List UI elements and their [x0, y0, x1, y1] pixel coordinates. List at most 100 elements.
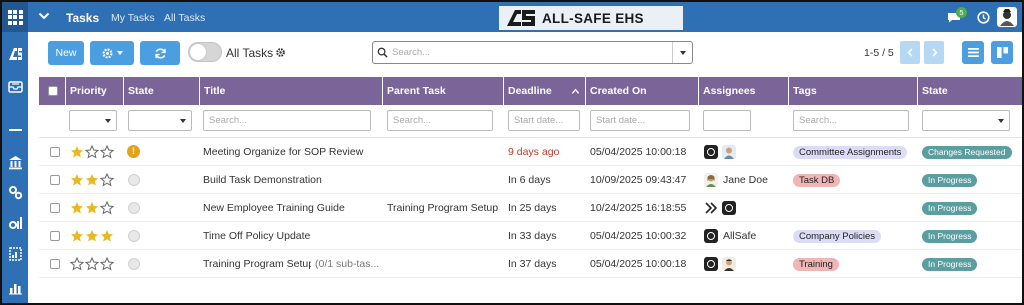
- kanban-view-button[interactable]: [991, 41, 1013, 64]
- stage-badge[interactable]: In Progress: [922, 174, 978, 187]
- row-checkbox[interactable]: [50, 259, 60, 269]
- priority-stars[interactable]: [70, 257, 114, 271]
- new-button[interactable]: New: [48, 41, 84, 65]
- table-row[interactable]: Build Task Demonstration In 6 days 10/09…: [39, 166, 1022, 194]
- state-circle-icon[interactable]: [128, 230, 140, 242]
- column-assignees[interactable]: Assignees: [699, 77, 789, 105]
- apps-menu-button[interactable]: [2, 2, 28, 32]
- tags-filter-input[interactable]: Search...: [793, 110, 909, 131]
- assignee-avatar[interactable]: [704, 173, 718, 187]
- priority-stars[interactable]: [70, 201, 114, 215]
- assignee-avatar[interactable]: [704, 201, 718, 215]
- row-checkbox[interactable]: [50, 231, 60, 241]
- search-input[interactable]: [392, 45, 662, 60]
- star-empty-icon[interactable]: [100, 201, 114, 215]
- warning-icon[interactable]: !: [127, 145, 140, 158]
- star-empty-icon[interactable]: [85, 257, 99, 271]
- column-created-on[interactable]: Created On: [586, 77, 699, 105]
- tag-pill[interactable]: Committee Assignments: [793, 146, 908, 159]
- row-checkbox[interactable]: [50, 203, 60, 213]
- table-row[interactable]: New Employee Training Guide Training Pro…: [39, 194, 1022, 222]
- assignee-avatar[interactable]: [704, 145, 718, 159]
- pager-previous-button[interactable]: [900, 41, 920, 64]
- bar-chart-icon[interactable]: [8, 280, 23, 295]
- tag-pill[interactable]: Task DB: [793, 174, 841, 187]
- search-options-toggle[interactable]: [672, 42, 692, 63]
- parent-task-filter-input[interactable]: Search...: [387, 110, 493, 131]
- row-checkbox[interactable]: [50, 175, 60, 185]
- column-title[interactable]: Title: [200, 77, 383, 105]
- assignee-avatar[interactable]: [704, 257, 718, 271]
- column-deadline[interactable]: Deadline: [504, 77, 586, 105]
- user-avatar[interactable]: [997, 7, 1017, 27]
- star-filled-icon[interactable]: [85, 173, 99, 187]
- table-row[interactable]: Time Off Policy Update In 33 days 05/04/…: [39, 222, 1022, 250]
- column-state[interactable]: State: [124, 77, 200, 105]
- report-icon[interactable]: [8, 246, 23, 261]
- gear-icon[interactable]: [275, 47, 286, 58]
- title-filter-input[interactable]: Search...: [203, 110, 371, 131]
- stage-badge[interactable]: In Progress: [922, 202, 978, 215]
- star-filled-icon[interactable]: [70, 173, 84, 187]
- priority-stars[interactable]: [70, 145, 114, 159]
- column-tags[interactable]: Tags: [789, 77, 918, 105]
- created-on-filter-input[interactable]: Start date...: [590, 110, 690, 131]
- nav-my-tasks[interactable]: My Tasks: [111, 12, 155, 24]
- column-stage[interactable]: State: [918, 77, 1022, 105]
- as-logo-icon[interactable]: [8, 46, 23, 61]
- stage-filter-select[interactable]: [922, 110, 1010, 131]
- tag-pill[interactable]: Training: [793, 258, 839, 271]
- star-empty-icon[interactable]: [100, 257, 114, 271]
- state-circle-icon[interactable]: [128, 202, 140, 214]
- assignee-avatar[interactable]: [704, 229, 718, 243]
- nav-all-tasks[interactable]: All Tasks: [164, 12, 205, 24]
- chevron-down-icon[interactable]: [38, 10, 50, 22]
- column-parent-task[interactable]: Parent Task: [383, 77, 504, 105]
- list-view-button[interactable]: [962, 41, 984, 64]
- row-checkbox[interactable]: [50, 147, 60, 157]
- state-circle-icon[interactable]: [128, 174, 140, 186]
- pager-next-button[interactable]: [924, 41, 944, 64]
- star-filled-icon[interactable]: [85, 201, 99, 215]
- star-filled-icon[interactable]: [70, 145, 84, 159]
- star-filled-icon[interactable]: [70, 201, 84, 215]
- clock-icon[interactable]: [977, 11, 990, 24]
- all-tasks-toggle[interactable]: [188, 42, 222, 62]
- assignee-avatar[interactable]: [722, 257, 736, 271]
- stage-badge[interactable]: In Progress: [922, 230, 978, 243]
- task-title[interactable]: Meeting Organize for SOP Review: [203, 138, 381, 166]
- table-row[interactable]: ! Meeting Organize for SOP Review 9 days…: [39, 138, 1022, 166]
- tag-pill[interactable]: Company Policies: [793, 230, 882, 243]
- priority-stars[interactable]: [70, 229, 114, 243]
- task-title[interactable]: Time Off Policy Update: [203, 222, 381, 250]
- deadline-filter-input[interactable]: Start date...: [508, 110, 580, 131]
- state-circle-icon[interactable]: [128, 258, 140, 270]
- task-title[interactable]: Build Task Demonstration: [203, 166, 381, 194]
- inbox-icon[interactable]: [8, 79, 23, 94]
- priority-filter-select[interactable]: [69, 110, 117, 131]
- parent-task-link[interactable]: Training Program Setup: [387, 194, 503, 222]
- assignee-avatar[interactable]: [722, 145, 736, 159]
- star-empty-icon[interactable]: [85, 145, 99, 159]
- pager-value[interactable]: 1-5 / 5: [864, 47, 894, 59]
- bank-icon[interactable]: [8, 155, 23, 170]
- task-title[interactable]: Training Program Setup: [203, 250, 311, 278]
- state-filter-select[interactable]: [128, 110, 192, 131]
- refresh-button[interactable]: [140, 41, 180, 65]
- stage-badge[interactable]: Changes Requested: [922, 146, 1012, 159]
- chart-gear-icon[interactable]: [8, 215, 23, 230]
- gears-icon[interactable]: [8, 185, 23, 200]
- star-filled-icon[interactable]: [100, 229, 114, 243]
- select-all-checkbox[interactable]: [48, 86, 58, 96]
- task-title[interactable]: New Employee Training Guide: [203, 194, 381, 222]
- star-empty-icon[interactable]: [70, 257, 84, 271]
- stage-badge[interactable]: In Progress: [922, 258, 978, 271]
- star-empty-icon[interactable]: [100, 145, 114, 159]
- star-filled-icon[interactable]: [85, 229, 99, 243]
- star-filled-icon[interactable]: [70, 229, 84, 243]
- assignee-avatar[interactable]: [722, 201, 736, 215]
- column-priority[interactable]: Priority: [66, 77, 124, 105]
- assignees-filter-input[interactable]: [703, 110, 751, 131]
- priority-stars[interactable]: [70, 173, 114, 187]
- table-row[interactable]: Training Program Setup (0/1 sub-tas... I…: [39, 250, 1022, 278]
